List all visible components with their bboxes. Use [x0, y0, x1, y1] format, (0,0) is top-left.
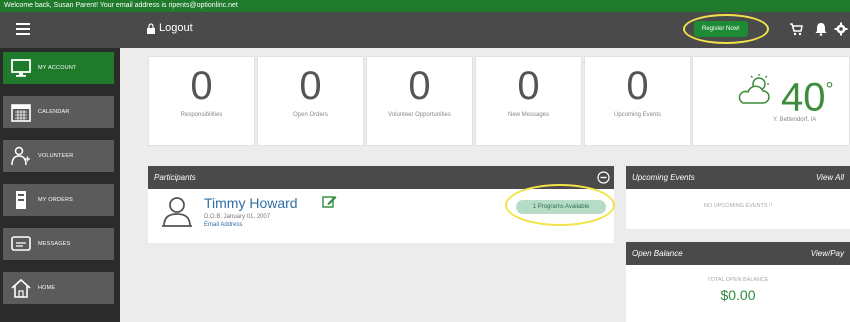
welcome-bar: Welcome back, Susan Parent! Your email a… [0, 0, 850, 12]
stat-card-responsibilities[interactable]: 0 Responsibilities [148, 56, 255, 146]
calendar-icon [11, 104, 31, 122]
view-all-link[interactable]: View All [816, 166, 844, 189]
stat-card-open-orders[interactable]: 0 Open Orders [257, 56, 364, 146]
participant-dob: D.O.B. January 01, 2007 [204, 214, 271, 220]
menu-icon[interactable] [16, 23, 30, 35]
sidebar-item-calendar[interactable]: CALENDAR [3, 96, 114, 128]
cart-icon[interactable] [789, 22, 803, 36]
participants-panel: Timmy Howard D.O.B. January 01, 2007 Ema… [148, 184, 615, 243]
balance-amount: $0.00 [720, 287, 756, 303]
upcoming-events-title: Upcoming Events [632, 173, 695, 182]
sidebar-item-label: MY ORDERS [38, 197, 74, 203]
no-events-message: NO UPCOMING EVENTS !! [703, 203, 773, 209]
monitor-icon [11, 59, 31, 77]
orders-icon [16, 191, 26, 209]
open-balance-panel: TOTAL OPEN BALANCE $0.00 [626, 265, 850, 322]
participant-name[interactable]: Timmy Howard [204, 195, 298, 211]
temperature: 40° [781, 75, 834, 120]
header: Logout Register Now! [0, 12, 850, 48]
sidebar-item-volunteer[interactable]: VOLUNTEER [3, 140, 114, 172]
sidebar-item-label: CALENDAR [38, 109, 70, 115]
stat-label: Responsibilities [180, 112, 223, 118]
bell-icon[interactable] [814, 22, 828, 36]
collapse-icon[interactable] [597, 171, 610, 184]
volunteer-icon [11, 146, 30, 166]
stat-value: 0 [190, 64, 213, 108]
edit-icon[interactable] [322, 194, 337, 209]
sidebar-item-label: HOME [38, 285, 56, 291]
sidebar-item-home[interactable]: HOME [3, 272, 114, 304]
weather-location: Y. Bettendorf, IA [773, 117, 817, 123]
stat-label: Upcoming Events [613, 112, 662, 118]
logout-link[interactable]: Logout [146, 22, 193, 34]
cloud-sun-icon [738, 74, 770, 104]
upcoming-events-panel: NO UPCOMING EVENTS !! [626, 189, 850, 229]
weather-card: 40° Y. Bettendorf, IA [692, 56, 850, 146]
programs-available-badge[interactable]: 1 Programs Available [516, 200, 606, 214]
lock-icon [147, 22, 155, 34]
stat-card-upcoming-events[interactable]: 0 Upcoming Events [584, 56, 691, 146]
stat-value: 0 [408, 64, 431, 108]
avatar-icon [162, 197, 192, 227]
sidebar-item-messages[interactable]: MESSAGES [3, 228, 114, 260]
stat-card-new-messages[interactable]: 0 New Messages [475, 56, 582, 146]
stat-label: Open Orders [293, 112, 328, 118]
sidebar: MY ACCOUNT CALENDAR VOLUNTEER MY ORDERS … [0, 48, 120, 322]
stat-card-volunteer-opportunities[interactable]: 0 Volunteer Opportunities [366, 56, 473, 146]
messages-icon [11, 236, 31, 251]
sidebar-item-label: VOLUNTEER [38, 153, 74, 159]
sidebar-item-my-account[interactable]: MY ACCOUNT [3, 52, 114, 84]
sidebar-item-label: MY ACCOUNT [38, 65, 77, 71]
participants-title: Participants [154, 173, 196, 182]
register-now-button[interactable]: Register Now! [694, 21, 748, 37]
stat-label: New Messages [507, 112, 549, 118]
stat-value: 0 [626, 64, 649, 108]
home-icon [11, 278, 31, 298]
stat-value: 0 [299, 64, 322, 108]
open-balance-header: Open Balance View/Pay [626, 242, 850, 265]
upcoming-events-header: Upcoming Events View All [626, 166, 850, 189]
logout-label: Logout [159, 22, 193, 34]
sidebar-item-my-orders[interactable]: MY ORDERS [3, 184, 114, 216]
sidebar-item-label: MESSAGES [38, 241, 71, 247]
total-open-balance-label: TOTAL OPEN BALANCE [707, 277, 769, 283]
participant-email-link[interactable]: Email Address [204, 222, 242, 228]
gear-icon[interactable] [834, 22, 848, 36]
open-balance-title: Open Balance [632, 249, 683, 258]
stat-value: 0 [517, 64, 540, 108]
stat-label: Volunteer Opportunities [388, 112, 451, 118]
view-pay-link[interactable]: View/Pay [811, 242, 844, 265]
